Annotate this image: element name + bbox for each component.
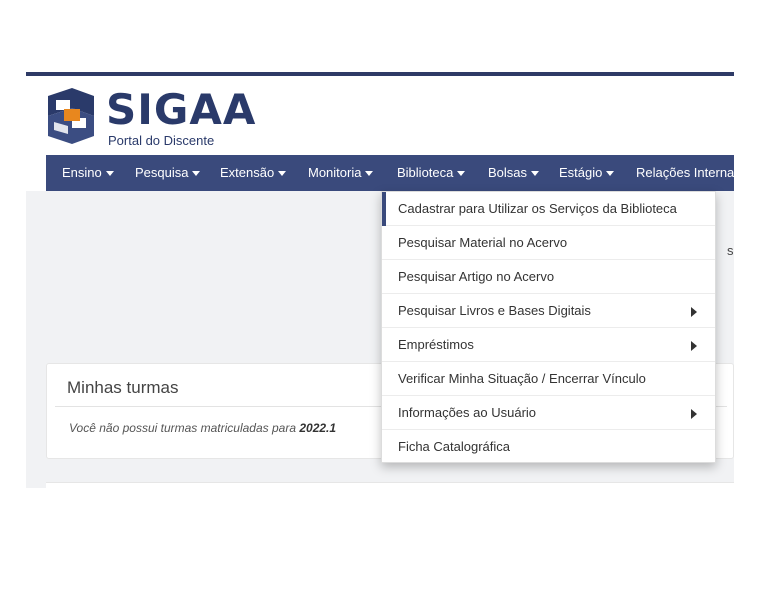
brand-subtitle: Portal do Discente [108, 133, 215, 148]
nav-bolsas[interactable]: Bolsas [488, 155, 540, 191]
nav-ensino[interactable]: Ensino [62, 155, 114, 191]
truncated-text: s [727, 243, 734, 258]
submenu-arrow-icon [691, 307, 697, 317]
nav-pesquisa[interactable]: Pesquisa [135, 155, 201, 191]
caret-down-icon [278, 171, 287, 177]
menu-item-ficha-catalografica[interactable]: Ficha Catalográfica [382, 430, 715, 464]
menu-item-emprestimos[interactable]: Empréstimos [382, 328, 715, 362]
nav-estagio[interactable]: Estágio [559, 155, 615, 191]
menu-item-pesquisar-material[interactable]: Pesquisar Material no Acervo [382, 226, 715, 260]
active-item-indicator [382, 192, 386, 226]
turmas-period: 2022.1 [299, 421, 337, 435]
top-rule [26, 72, 734, 76]
submenu-arrow-icon [691, 409, 697, 419]
menu-item-pesquisar-artigo[interactable]: Pesquisar Artigo no Acervo [382, 260, 715, 294]
caret-down-icon [192, 171, 201, 177]
biblioteca-dropdown-menu: Cadastrar para Utilizar os Serviços da B… [381, 191, 716, 463]
nav-extensao[interactable]: Extensão [220, 155, 287, 191]
turmas-empty-message: Você não possui turmas matriculadas para… [69, 421, 337, 435]
nav-relacoes-internacionais[interactable]: Relações Interna [636, 155, 734, 191]
turmas-title: Minhas turmas [67, 378, 179, 397]
submenu-arrow-icon [691, 341, 697, 351]
caret-down-icon [105, 171, 114, 177]
main-navbar: Ensino Pesquisa Extensão Monitoria Bibli… [46, 155, 734, 191]
next-card [46, 482, 734, 488]
brand-name: SIGAA [106, 85, 257, 134]
caret-down-icon [606, 171, 615, 177]
menu-item-livros-bases-digitais[interactable]: Pesquisar Livros e Bases Digitais [382, 294, 715, 328]
nav-monitoria[interactable]: Monitoria [308, 155, 374, 191]
menu-item-verificar-situacao[interactable]: Verificar Minha Situação / Encerrar Vínc… [382, 362, 715, 396]
nav-biblioteca[interactable]: Biblioteca [397, 155, 466, 191]
caret-down-icon [531, 171, 540, 177]
menu-item-cadastrar[interactable]: Cadastrar para Utilizar os Serviços da B… [382, 192, 715, 226]
caret-down-icon [457, 171, 466, 177]
menu-item-informacoes-usuario[interactable]: Informações ao Usuário [382, 396, 715, 430]
caret-down-icon [365, 171, 374, 177]
brand-header[interactable]: SIGAA Portal do Discente [44, 86, 304, 150]
sigaa-logo-icon [48, 88, 94, 144]
